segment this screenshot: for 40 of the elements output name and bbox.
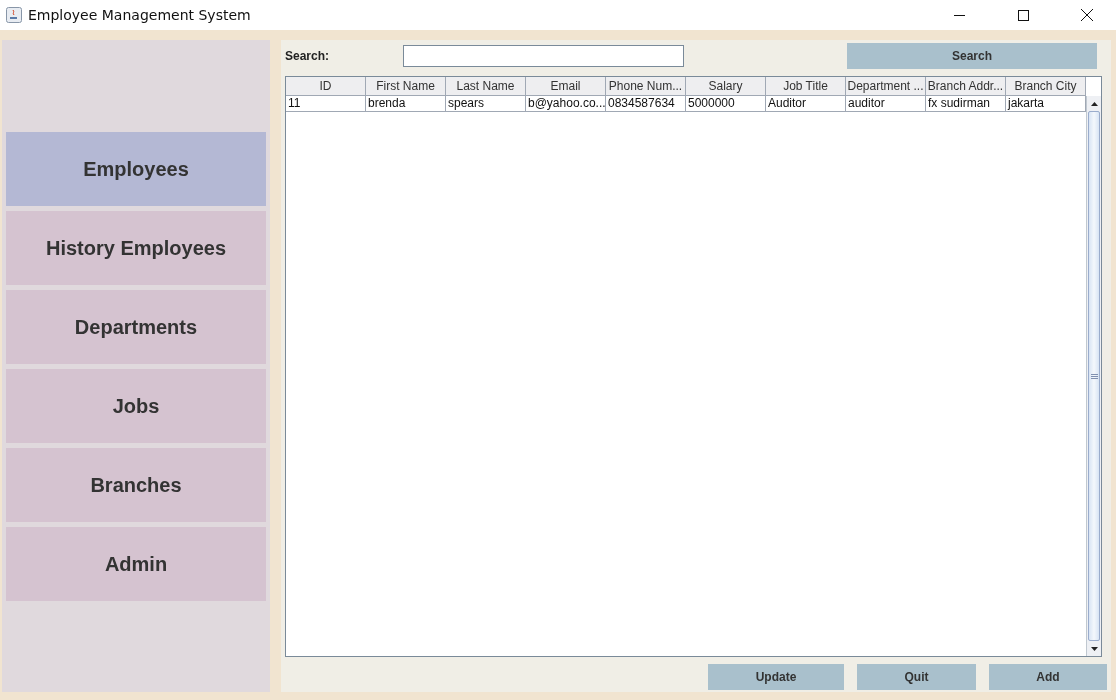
action-button[interactable]: Add xyxy=(989,664,1107,690)
scroll-down-icon xyxy=(1090,646,1098,651)
table-cell: fx sudirman xyxy=(926,96,1006,112)
column-header[interactable]: Branch Addr... xyxy=(926,77,1006,96)
minimize-icon xyxy=(953,14,965,16)
column-header[interactable]: Salary xyxy=(686,77,766,96)
sidebar-item[interactable]: History Employees xyxy=(6,211,266,285)
action-button[interactable]: Quit xyxy=(857,664,976,690)
table-cell: brenda xyxy=(366,96,446,112)
search-button[interactable]: Search xyxy=(847,43,1097,69)
sidebar-item[interactable]: Departments xyxy=(6,290,266,364)
column-header[interactable]: Email xyxy=(526,77,606,96)
column-header[interactable]: Department ... xyxy=(846,77,926,96)
table-cell: 0834587634 xyxy=(606,96,686,112)
maximize-icon xyxy=(1017,9,1029,21)
table-cell: 11 xyxy=(286,96,366,112)
column-header[interactable]: Branch City xyxy=(1006,77,1086,96)
action-button[interactable]: Update xyxy=(708,664,844,690)
table-cell: Auditor xyxy=(766,96,846,112)
table-cell: auditor xyxy=(846,96,926,112)
table-cell: 5000000 xyxy=(686,96,766,112)
table-cell: b@yahoo.co... xyxy=(526,96,606,112)
sidebar-item[interactable]: Employees xyxy=(6,132,266,206)
column-header[interactable]: First Name xyxy=(366,77,446,96)
sidebar-item[interactable]: Branches xyxy=(6,448,266,522)
scrollbar[interactable] xyxy=(1086,96,1101,656)
sidebar-item[interactable]: Jobs xyxy=(6,369,266,443)
close-icon xyxy=(1081,9,1093,21)
window-title: Employee Management System xyxy=(28,7,252,23)
search-field[interactable] xyxy=(403,45,684,67)
column-header[interactable]: Last Name xyxy=(446,77,526,96)
column-header[interactable]: ID xyxy=(286,77,366,96)
sidebar-item[interactable]: Admin xyxy=(6,527,266,601)
table-cell: spears xyxy=(446,96,526,112)
search-label: Search: xyxy=(285,49,331,63)
column-header[interactable]: Job Title xyxy=(766,77,846,96)
grip-icon xyxy=(1090,373,1098,379)
app-icon xyxy=(6,7,22,23)
scroll-up-icon xyxy=(1090,101,1098,106)
column-header[interactable]: Phone Num... xyxy=(606,77,686,96)
